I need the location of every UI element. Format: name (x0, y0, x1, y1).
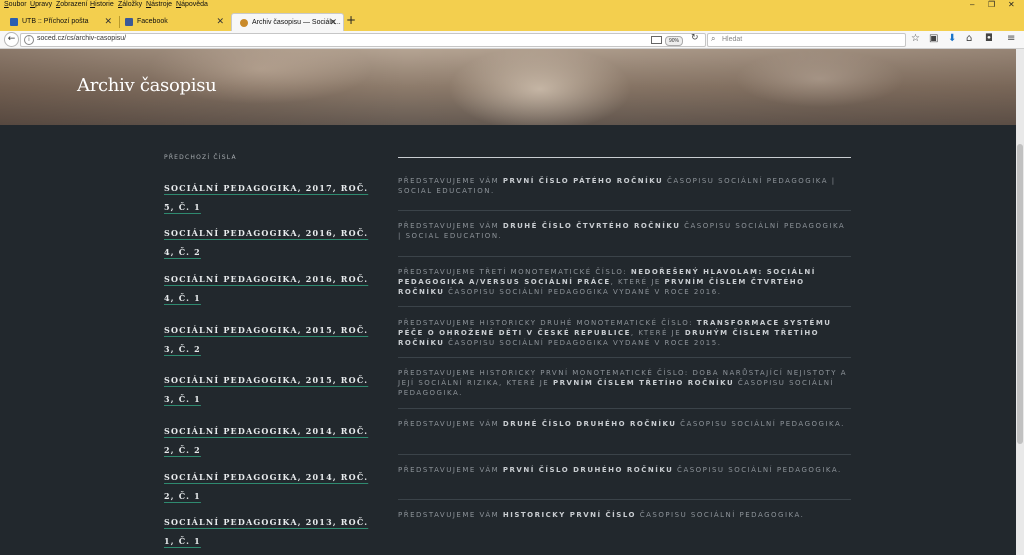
back-button[interactable]: ← (4, 32, 19, 47)
issue-link[interactable]: Sociální pedagogika, 2015, roč. 3, č. 1 (164, 375, 368, 404)
new-tab-button[interactable]: + (346, 13, 356, 27)
menu-historie[interactable]: Historie (90, 1, 114, 8)
site-favicon-icon (240, 19, 248, 27)
bookmark-star-icon[interactable]: ☆ (911, 33, 920, 45)
issue-description-highlight: první číslo pátého ročníku (502, 177, 664, 185)
row-divider (398, 210, 851, 211)
issue-description-text: Představujeme vám (398, 420, 503, 428)
home-icon[interactable]: ⌂ (966, 33, 972, 45)
issue-link[interactable]: Sociální pedagogika, 2013, roč. 1, č. 1 (164, 517, 368, 546)
menu-soubor[interactable]: Soubor (4, 1, 27, 8)
tab-label: Archiv časopisu — Sociáln... (252, 19, 341, 26)
mail-icon (10, 18, 18, 26)
close-window-icon[interactable]: ✕ (1008, 0, 1015, 9)
issue-description: Představujeme vám první číslo druhého ro… (398, 465, 851, 475)
tab-strip: UTB :: Příchozí pošta ✕ Facebook ✕ Archi… (0, 11, 1024, 32)
menu-zobrazeni[interactable]: Zobrazení (56, 1, 88, 8)
scrollbar[interactable] (1016, 49, 1024, 555)
library-icon[interactable]: ▣ (929, 33, 938, 45)
menu-upravy[interactable]: Úpravy (30, 1, 52, 8)
menu-bar: Soubor Úpravy Zobrazení Historie Záložky… (0, 0, 1024, 11)
issue-description-text: Představujeme vám (398, 177, 503, 185)
issue-description-text: , které je (610, 278, 665, 286)
issue-description-highlight: první číslo druhého ročníku (502, 466, 674, 474)
issue-description-text: časopisu Sociální pedagogika. (635, 511, 805, 519)
row-divider (398, 499, 851, 500)
close-icon[interactable]: ✕ (216, 16, 224, 27)
download-icon[interactable]: ⬇ (948, 33, 956, 45)
issue-description-highlight: prvním číslem třetího ročníku (552, 379, 735, 387)
navigation-bar: ← i soced.cz/cs/archiv-casopisu/ 90% ↻ ⌕… (0, 31, 1024, 49)
reader-view-icon[interactable] (651, 36, 662, 44)
tab-utb-posta[interactable]: UTB :: Příchozí pošta ✕ (2, 13, 118, 31)
info-icon[interactable]: i (24, 35, 34, 45)
issue-description-text: časopisu Sociální pedagogika. (676, 420, 845, 428)
close-icon[interactable]: ✕ (104, 16, 112, 27)
search-icon: ⌕ (711, 34, 716, 43)
row-divider (398, 256, 851, 257)
issue-description-text: Představujeme vám (398, 466, 503, 474)
tab-archiv-casopisu[interactable]: Archiv časopisu — Sociáln... ✕ (231, 13, 344, 32)
issue-title-cell: Sociální pedagogika, 2017, roč. 5, č. 1 (164, 176, 374, 214)
issue-description-text: Představujeme třetí monotematické číslo: (398, 268, 631, 276)
facebook-icon (125, 18, 133, 26)
issue-title-cell: Sociální pedagogika, 2014, roč. 2, č. 2 (164, 419, 374, 457)
issue-description-text: časopisu Sociální pedagogika. (673, 466, 842, 474)
row-divider (398, 454, 851, 455)
tab-label: Facebook (137, 18, 168, 25)
issue-description: Představujeme historicky první monotemat… (398, 368, 851, 398)
menu-nastroje[interactable]: Nástroje (146, 1, 172, 8)
row-divider (398, 408, 851, 409)
issue-description: Představujeme historicky druhé monotemat… (398, 318, 851, 348)
scrollbar-thumb[interactable] (1017, 144, 1023, 444)
search-placeholder: Hledat (722, 36, 743, 43)
issue-description-text: časopisu Sociální pedagogika vydané v ro… (444, 288, 722, 296)
issue-link[interactable]: Sociální pedagogika, 2015, roč. 3, č. 2 (164, 325, 368, 354)
issue-description-highlight: druhé číslo čtvrtého ročníku (502, 222, 681, 230)
url-bar[interactable]: i soced.cz/cs/archiv-casopisu/ 90% ↻ (20, 33, 706, 47)
menu-zalozky[interactable]: Záložky (118, 1, 142, 8)
issue-title-cell: Sociální pedagogika, 2015, roč. 3, č. 1 (164, 368, 374, 406)
issue-description: Představujeme vám historicky první číslo… (398, 510, 851, 520)
close-icon[interactable]: ✕ (329, 17, 337, 28)
menu-napoveda[interactable]: Nápověda (176, 1, 208, 8)
issue-title-cell: Sociální pedagogika, 2016, roč. 4, č. 2 (164, 221, 374, 259)
issue-description-highlight: historicky první číslo (502, 511, 636, 519)
pocket-icon[interactable]: ◘ (985, 33, 993, 45)
issue-description: Představujeme vám druhé číslo druhého ro… (398, 419, 851, 429)
divider (398, 157, 851, 158)
issue-title-cell: Sociální pedagogika, 2015, roč. 3, č. 2 (164, 318, 374, 356)
tab-facebook[interactable]: Facebook ✕ (117, 13, 230, 31)
row-divider (398, 357, 851, 358)
issue-link[interactable]: Sociální pedagogika, 2017, roč. 5, č. 1 (164, 183, 368, 212)
page-title: Archiv časopisu (77, 75, 217, 96)
search-input[interactable]: ⌕ Hledat (707, 33, 906, 47)
hero-banner: Archiv časopisu (0, 49, 1016, 125)
menu-hamburger-icon[interactable]: ≡ (1007, 33, 1015, 45)
url-text[interactable]: soced.cz/cs/archiv-casopisu/ (37, 35, 126, 42)
issue-title-cell: Sociální pedagogika, 2016, roč. 4, č. 1 (164, 267, 374, 305)
issue-description: Představujeme vám první číslo pátého roč… (398, 176, 851, 196)
issue-link[interactable]: Sociální pedagogika, 2014, roč. 2, č. 2 (164, 426, 368, 455)
zoom-level-button[interactable]: 90% (665, 36, 684, 46)
maximize-icon[interactable]: ❐ (988, 0, 995, 9)
reload-icon[interactable]: ↻ (691, 33, 699, 43)
issue-description-text: , které je (630, 329, 685, 337)
issue-title-cell: Sociální pedagogika, 2014, roč. 2, č. 1 (164, 465, 374, 503)
issue-description-text: časopisu Sociální pedagogika vydané v ro… (444, 339, 722, 347)
row-divider (398, 306, 851, 307)
minimize-icon[interactable]: ‒ (970, 0, 974, 9)
issue-link[interactable]: Sociální pedagogika, 2014, roč. 2, č. 1 (164, 472, 368, 501)
issue-description: Představujeme vám druhé číslo čtvrtého r… (398, 221, 851, 241)
issue-description-text: Představujeme vám (398, 222, 503, 230)
issue-description: Představujeme třetí monotematické číslo:… (398, 267, 851, 297)
issue-description-highlight: druhé číslo druhého ročníku (502, 420, 677, 428)
tab-label: UTB :: Příchozí pošta (22, 18, 89, 25)
section-label: Předchozí čísla (164, 154, 237, 161)
issue-description-text: Představujeme historicky druhé monotemat… (398, 319, 697, 327)
issue-link[interactable]: Sociální pedagogika, 2016, roč. 4, č. 1 (164, 274, 368, 303)
issue-title-cell: Sociální pedagogika, 2013, roč. 1, č. 1 (164, 510, 374, 548)
issue-description-text: Představujeme vám (398, 511, 503, 519)
issue-link[interactable]: Sociální pedagogika, 2016, roč. 4, č. 2 (164, 228, 368, 257)
